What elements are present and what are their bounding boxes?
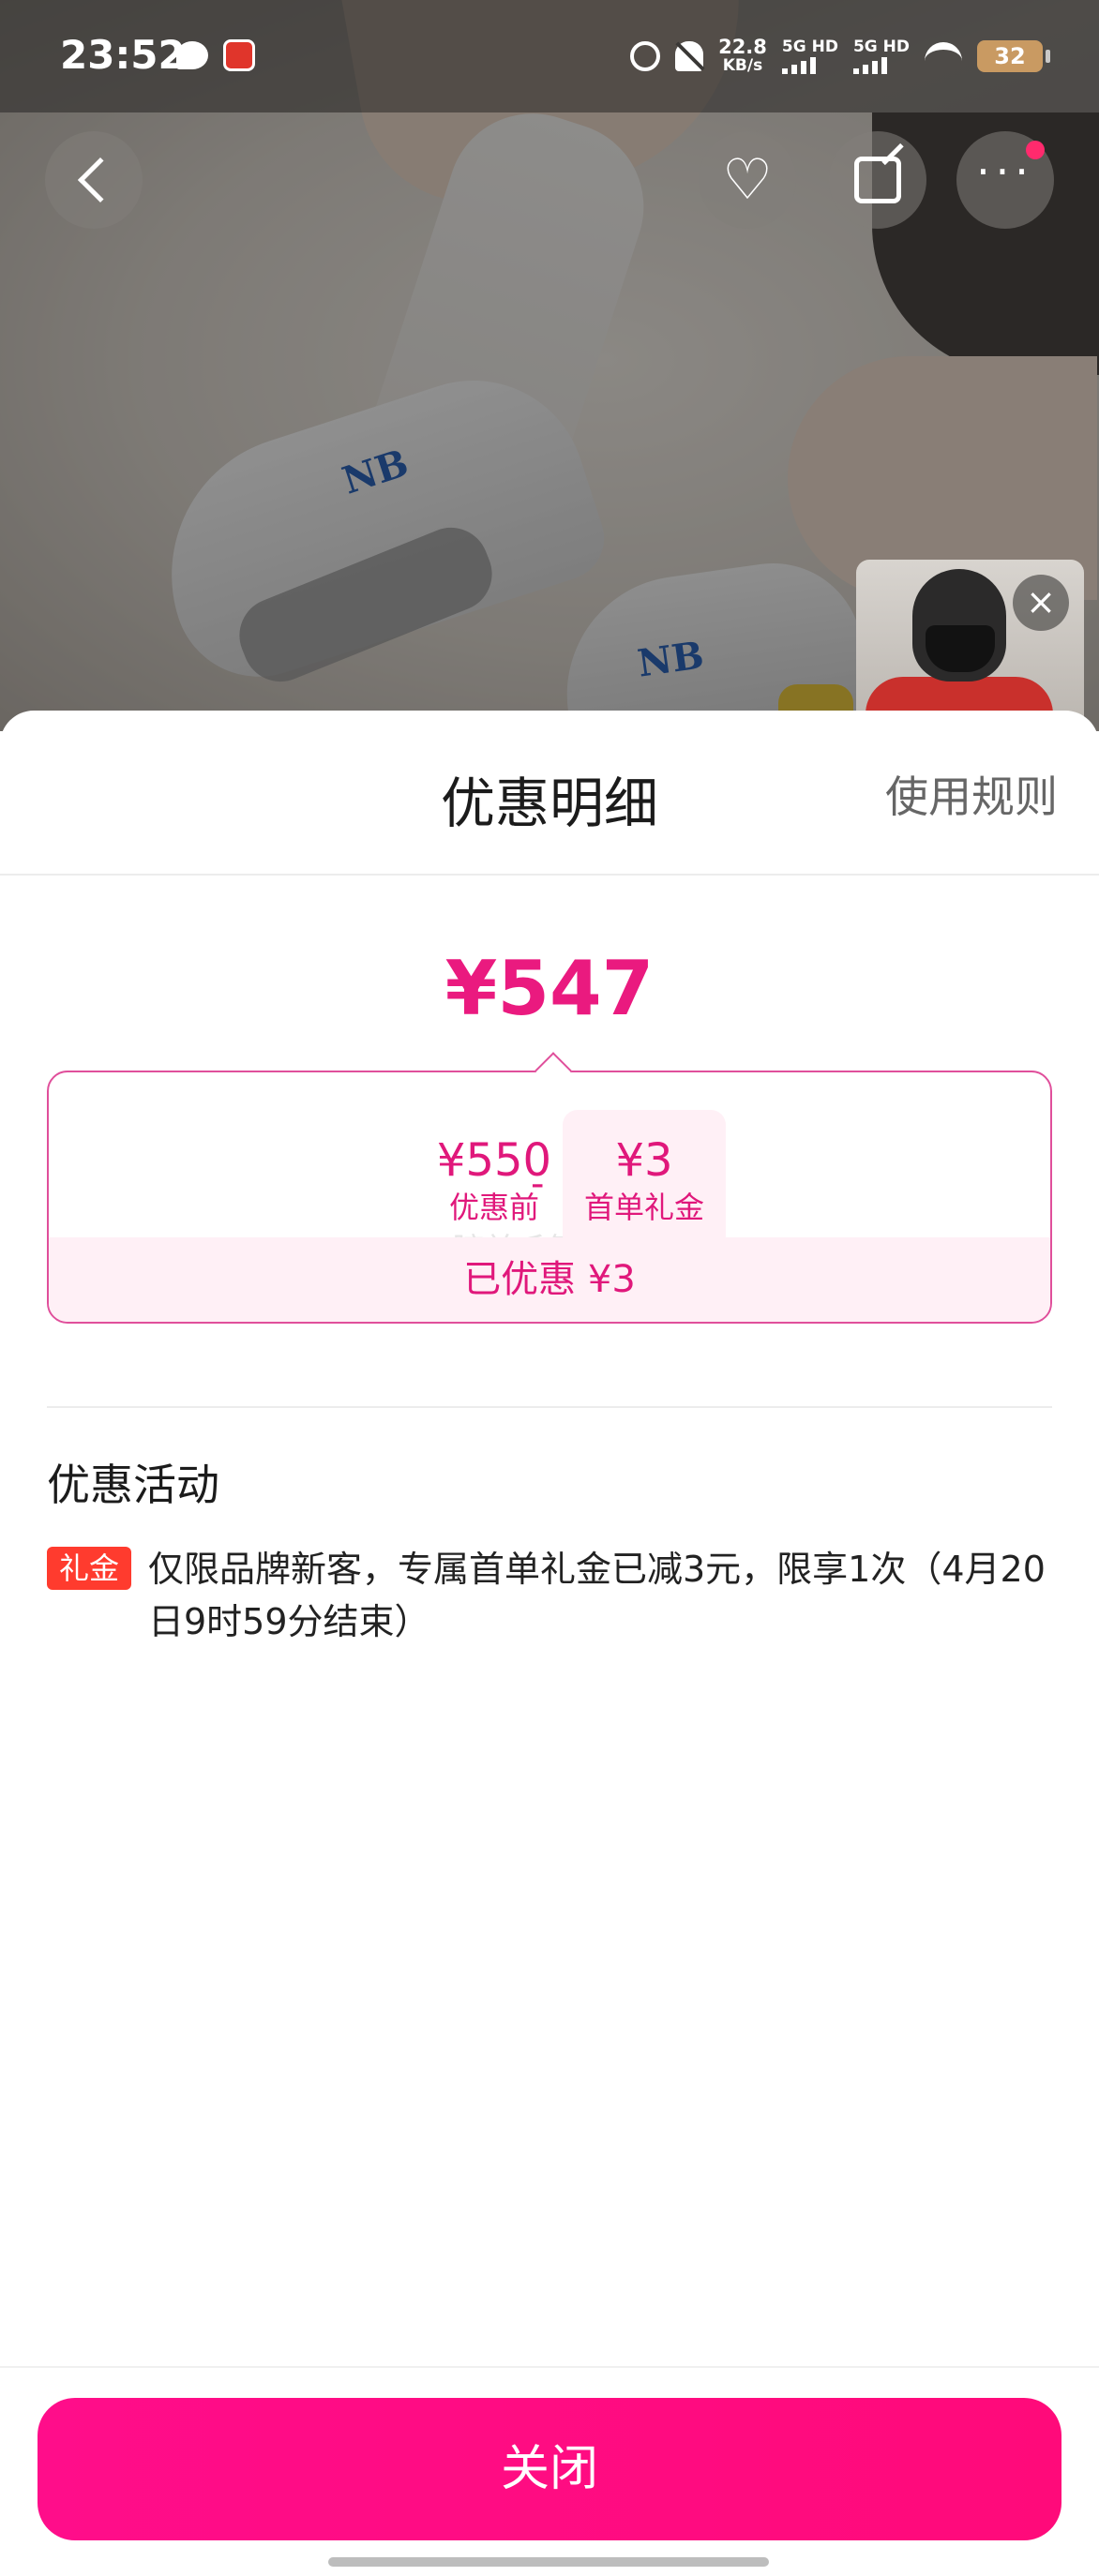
discount-detail-sheet: 优惠明细 使用规则 ¥547 腑羊毛第一) ¥550 优惠前 - ¥3 首单礼金… [0, 711, 1099, 2576]
signal-sim2: 5G HD [852, 37, 910, 74]
home-indicator[interactable] [328, 2557, 769, 2567]
promotion-text: 仅限品牌新客，专属首单礼金已减3元，限享1次（4月20日9时59分结束） [148, 1549, 1046, 1642]
status-indicators: 22.8 KB/s 5G HD 5G HD 32 [630, 32, 1050, 81]
more-button[interactable]: ··· [956, 131, 1054, 229]
section-divider [47, 1406, 1052, 1408]
back-button[interactable] [45, 131, 143, 229]
share-button[interactable] [829, 131, 926, 229]
final-price: ¥547 [444, 945, 655, 1032]
notification-dot [1026, 141, 1045, 159]
usage-rules-link[interactable]: 使用规则 [885, 763, 1058, 825]
more-dots-icon: ··· [976, 146, 1034, 197]
share-icon [854, 157, 901, 203]
heart-plus-icon: ♡ [722, 147, 773, 213]
host-mask [926, 625, 995, 672]
signal-bars-icon [781, 57, 838, 74]
battery-icon: 32 [977, 40, 1050, 72]
net-speed-unit: KB/s [722, 56, 763, 75]
message-icon [176, 41, 208, 69]
net-speed: 22.8 KB/s [718, 36, 767, 76]
net-speed-value: 22.8 [718, 36, 767, 58]
close-button[interactable]: 关闭 [38, 2398, 1061, 2540]
favorite-button[interactable]: ♡ [699, 131, 796, 229]
minus-operator: - [531, 1162, 545, 1206]
status-time: 23:52 [60, 32, 186, 78]
coupon-amount: ¥3 [615, 1134, 673, 1187]
close-icon[interactable]: × [1013, 575, 1069, 631]
status-bar: 23:52 22.8 KB/s 5G HD 5G HD 32 [0, 0, 1099, 112]
total-saved-bar: 已优惠 ¥3 [49, 1237, 1050, 1322]
footer-divider [0, 2366, 1099, 2368]
signal-bars-icon [852, 57, 910, 74]
alarm-icon [630, 41, 661, 71]
wifi-icon [925, 42, 962, 70]
chevron-left-icon [77, 157, 124, 203]
sheet-header: 优惠明细 使用规则 [0, 711, 1099, 876]
mute-icon [675, 41, 704, 71]
app-notification-icon [223, 39, 255, 71]
coupon-block: ¥3 首单礼金 [563, 1110, 726, 1251]
signal-sim1: 5G HD [781, 37, 838, 74]
promotion-tag: 礼金 [47, 1547, 131, 1590]
sim2-label: 5G HD [852, 37, 910, 56]
sim1-label: 5G HD [781, 37, 838, 56]
promotions-title: 优惠活动 [47, 1460, 219, 1510]
price-breakdown-card: 腑羊毛第一) ¥550 优惠前 - ¥3 首单礼金 已优惠 ¥3 [47, 1052, 1052, 1324]
coupon-label: 首单礼金 [583, 1190, 704, 1225]
